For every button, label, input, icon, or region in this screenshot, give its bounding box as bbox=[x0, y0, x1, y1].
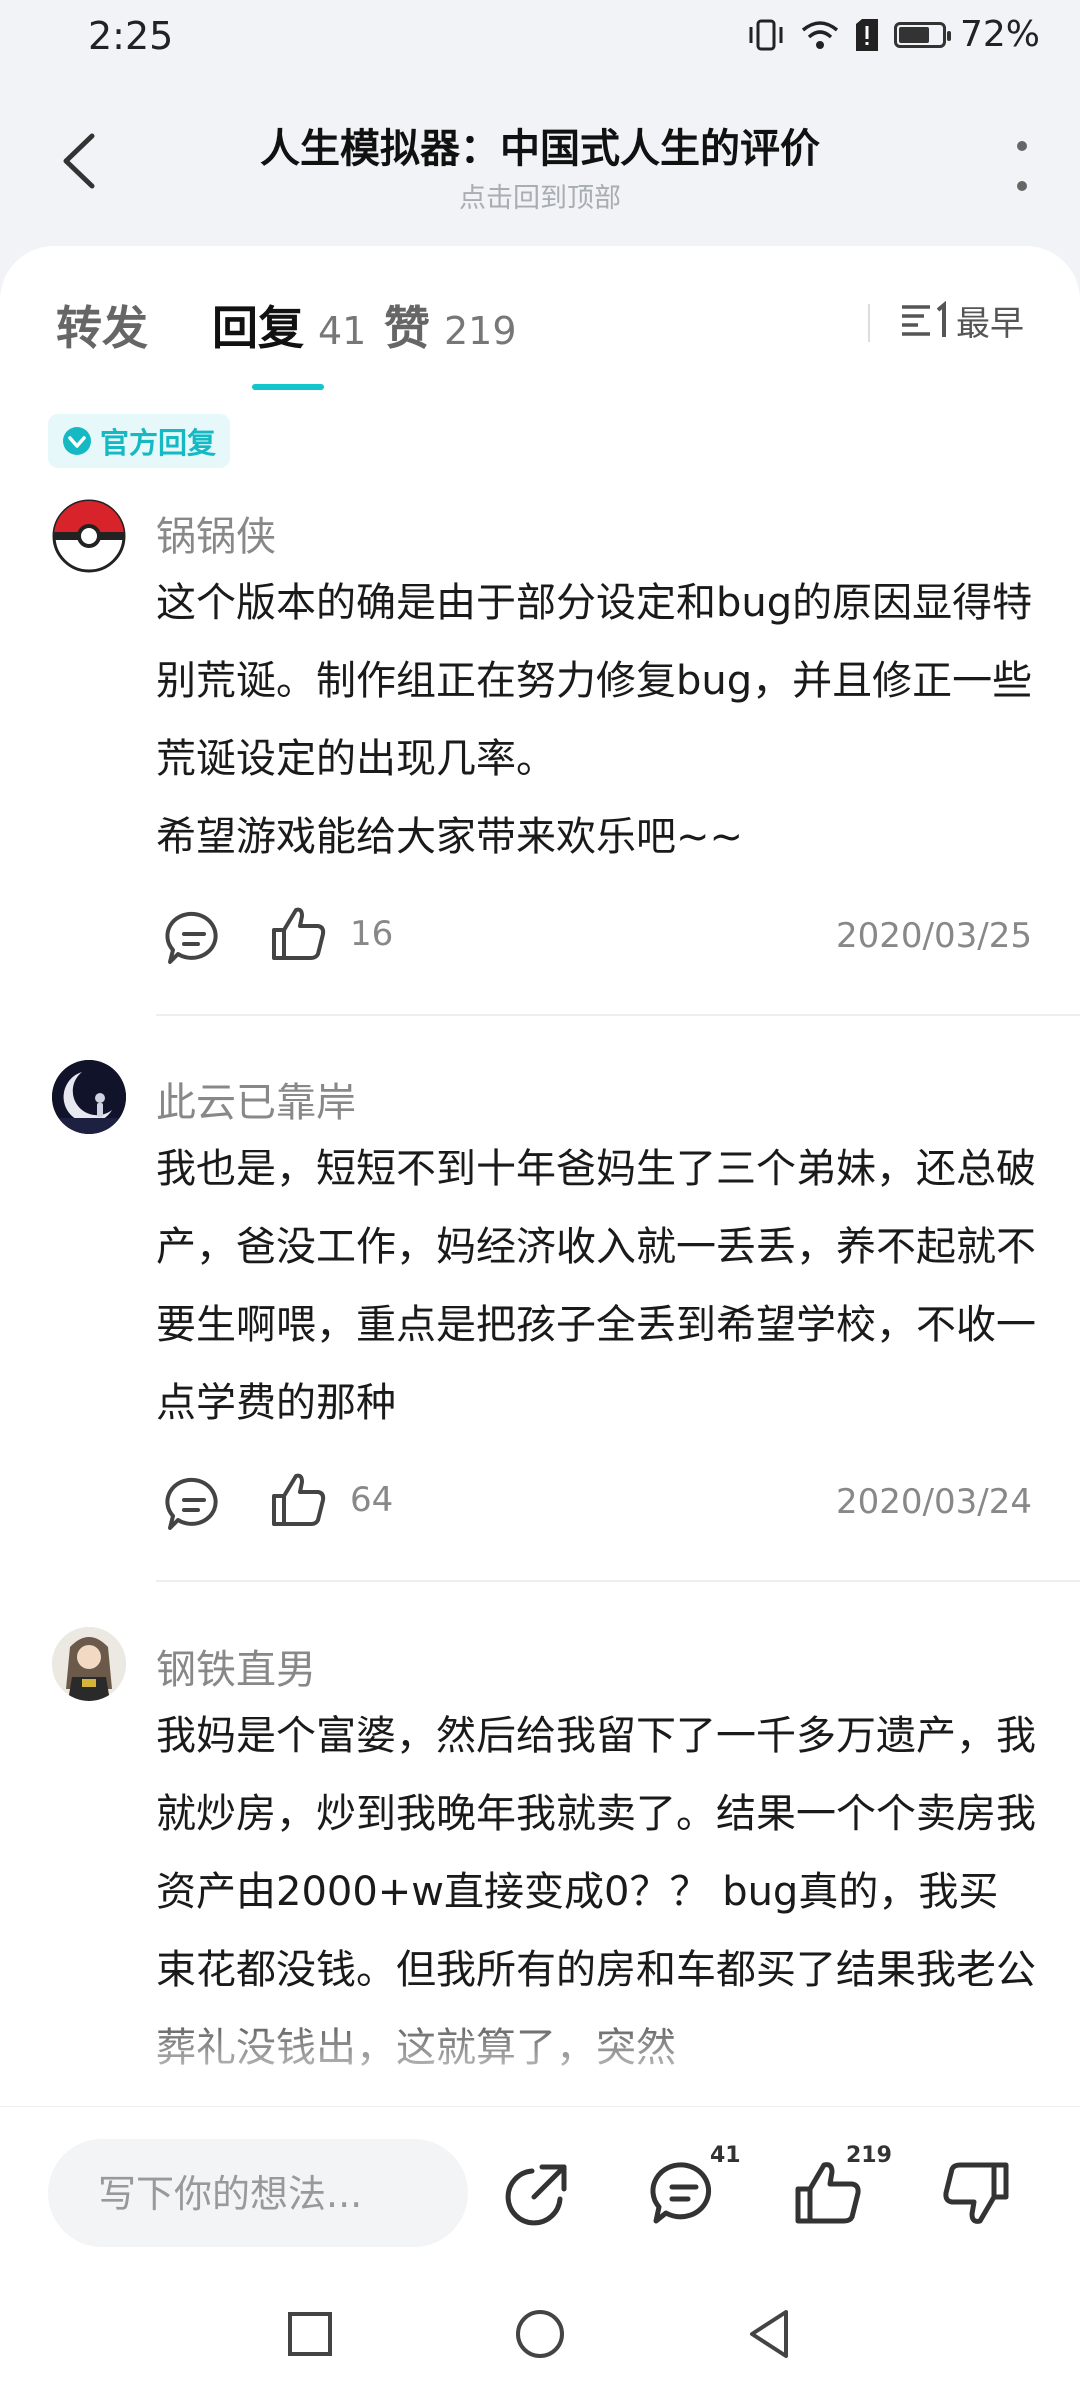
official-heart-icon bbox=[63, 427, 91, 455]
comment-actions: 64 2020/03/24 bbox=[156, 1470, 1032, 1540]
reply-icon[interactable] bbox=[164, 908, 224, 968]
comment-date: 2020/03/24 bbox=[836, 1482, 1032, 1522]
share-icon[interactable] bbox=[502, 2157, 574, 2229]
divider bbox=[156, 1580, 1080, 1582]
compose-box[interactable] bbox=[48, 2139, 468, 2249]
home-icon[interactable] bbox=[510, 2304, 570, 2364]
system-nav-bar bbox=[0, 2276, 1080, 2400]
back-nav-icon[interactable] bbox=[740, 2304, 800, 2364]
header: 人生模拟器：中国式人生的评价 点击回到顶部 bbox=[0, 80, 1080, 250]
like-icon[interactable] bbox=[268, 1470, 328, 1530]
comment-text: 这个版本的确是由于部分设定和bug的原因显得特别荒诞。制作组正在努力修复bug，… bbox=[156, 580, 1033, 860]
bottom-action-bar: 41 219 bbox=[0, 2106, 1080, 2277]
comment-text: 我也是，短短不到十年爸妈生了三个弟妹，还总破产，爸没工作，妈经济收入就一丢丢，养… bbox=[156, 1146, 1036, 1426]
status-bar: 2:25 72% bbox=[0, 0, 1080, 80]
comment-input[interactable] bbox=[96, 2139, 460, 2249]
avatar[interactable] bbox=[52, 1627, 126, 1701]
recent-apps-icon[interactable] bbox=[280, 2304, 340, 2364]
like-icon[interactable] bbox=[268, 904, 328, 964]
reply-count: 41 bbox=[318, 309, 367, 353]
page-title[interactable]: 人生模拟器：中国式人生的评价 bbox=[140, 116, 940, 174]
official-reply-badge: 官方回复 bbox=[48, 414, 231, 468]
avatar[interactable] bbox=[52, 499, 126, 573]
comment-date: 2020/03/25 bbox=[836, 916, 1032, 956]
back-arrow-icon[interactable] bbox=[52, 126, 112, 196]
reply-icon[interactable] bbox=[164, 1474, 224, 1534]
username[interactable]: 锅锅侠 bbox=[156, 504, 276, 562]
like-count: 64 bbox=[350, 1480, 394, 1520]
status-icons: 72% bbox=[746, 14, 1040, 55]
active-tab-indicator bbox=[252, 384, 324, 390]
scroll-fade bbox=[0, 1986, 1080, 2106]
tab-replies[interactable]: 回复 41 bbox=[212, 292, 366, 358]
battery-icon bbox=[893, 21, 951, 48]
avatar[interactable] bbox=[52, 1060, 126, 1134]
divider bbox=[156, 1014, 1080, 1016]
sim-alert-icon bbox=[855, 18, 878, 51]
username[interactable]: 此云已靠岸 bbox=[156, 1070, 356, 1128]
comment-count-badge: 41 bbox=[710, 2143, 741, 2168]
scroll-to-top-hint[interactable]: 点击回到顶部 bbox=[140, 176, 940, 215]
like-count: 16 bbox=[350, 914, 394, 954]
comment-actions: 16 2020/03/25 bbox=[156, 904, 1032, 974]
tab-likes[interactable]: 赞 219 bbox=[384, 292, 517, 358]
status-time: 2:25 bbox=[88, 14, 174, 58]
tabs: 转发 回复 41 赞 219 最早 bbox=[0, 246, 1080, 396]
username[interactable]: 钢铁直男 bbox=[156, 1637, 316, 1695]
wifi-icon bbox=[801, 20, 839, 49]
divider bbox=[868, 304, 870, 342]
sort-button[interactable]: 最早 bbox=[900, 296, 1024, 345]
vibrate-icon bbox=[749, 19, 783, 50]
dislike-icon[interactable] bbox=[940, 2157, 1012, 2229]
like-count-badge: 219 bbox=[846, 2143, 892, 2168]
more-options-icon[interactable] bbox=[1002, 136, 1042, 196]
tab-repost[interactable]: 转发 bbox=[56, 292, 148, 358]
battery-percent: 72% bbox=[959, 14, 1040, 55]
sort-icon bbox=[902, 300, 946, 337]
sort-label: 最早 bbox=[956, 304, 1024, 344]
like-count: 219 bbox=[444, 309, 517, 353]
comments-card: 转发 回复 41 赞 219 最早 官方回复 锅锅侠 这个版本的确是由于部分设定… bbox=[0, 246, 1080, 2106]
